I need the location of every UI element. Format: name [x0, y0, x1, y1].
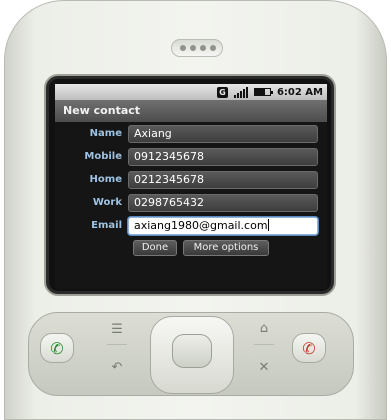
- battery-icon: [253, 88, 273, 96]
- call-button[interactable]: ✆: [40, 333, 74, 363]
- field-row-home: Home 0212345678: [55, 171, 327, 189]
- end-call-button[interactable]: ✆: [292, 333, 326, 363]
- work-field[interactable]: 0298765432: [128, 194, 318, 212]
- email-value: axiang1980@gmail.com: [134, 219, 268, 232]
- name-field[interactable]: Axiang: [128, 125, 318, 143]
- field-label: Name: [89, 128, 122, 139]
- field-row-work: Work 0298765432: [55, 194, 327, 212]
- earpiece-speaker: [171, 39, 223, 57]
- screen-title: New contact: [55, 100, 327, 122]
- search-icon[interactable]: ✕: [254, 358, 274, 378]
- field-label: Home: [89, 174, 122, 185]
- phone-call-icon: ✆: [50, 338, 64, 358]
- phone-end-icon: ✆: [302, 338, 316, 358]
- home-field[interactable]: 0212345678: [128, 171, 318, 189]
- battery-fill: [254, 89, 266, 95]
- field-label: Mobile: [84, 151, 122, 162]
- divider: [107, 344, 127, 345]
- field-label: Email: [91, 220, 122, 231]
- more-options-button[interactable]: More options: [183, 240, 269, 256]
- button-row: Done More options: [55, 240, 327, 258]
- home-icon[interactable]: ⌂: [254, 319, 274, 339]
- email-field[interactable]: axiang1980@gmail.com: [128, 217, 318, 235]
- field-label: Work: [92, 197, 122, 208]
- field-row-email: Email axiang1980@gmail.com: [55, 217, 327, 235]
- dpad-center-button[interactable]: [172, 334, 212, 368]
- divider: [254, 344, 274, 345]
- network-badge: G: [216, 86, 228, 98]
- field-row-mobile: Mobile 0912345678: [55, 148, 327, 166]
- mobile-field[interactable]: 0912345678: [128, 148, 318, 166]
- status-bar: G 6:02 AM: [55, 84, 327, 100]
- screen: G 6:02 AM New contact Name Axiang Mobile…: [55, 84, 327, 289]
- status-time: 6:02 AM: [276, 86, 323, 98]
- contact-form: Name Axiang Mobile 0912345678 Home 02123…: [55, 122, 327, 289]
- signal-bars-icon: [233, 86, 248, 98]
- text-caret: [267, 219, 269, 231]
- done-button[interactable]: Done: [133, 240, 177, 256]
- field-row-name: Name Axiang: [55, 125, 327, 143]
- back-arrow-icon[interactable]: ↶: [107, 358, 127, 378]
- menu-icon[interactable]: ☰: [107, 320, 127, 340]
